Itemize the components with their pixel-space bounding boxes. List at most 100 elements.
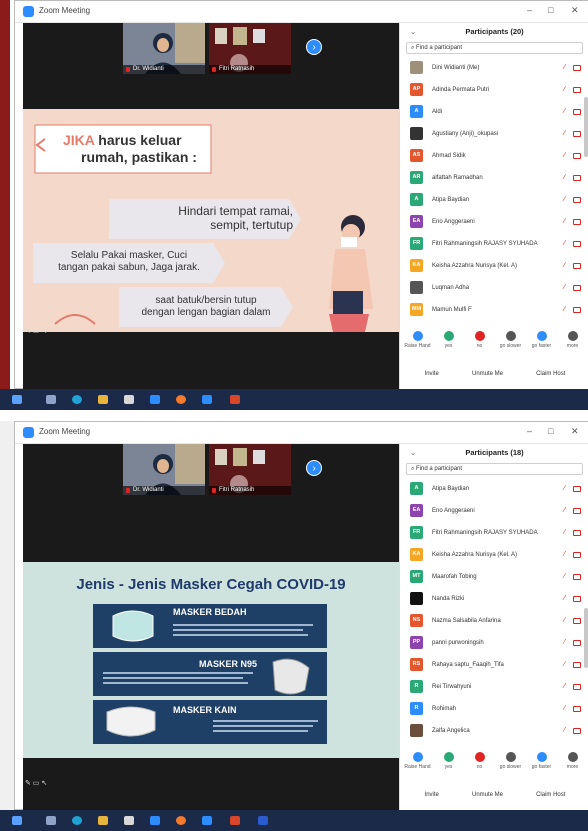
participant-row[interactable]: MT Maarofah Tobing ⁄	[400, 566, 588, 588]
participant-row[interactable]: R Rei Tirwahyuni ⁄	[400, 676, 588, 698]
participant-search-input[interactable]: ⌕ Find a participant	[406, 463, 583, 475]
participant-row[interactable]: AP Adinda Permata Putri ⁄	[400, 79, 588, 101]
mail-icon[interactable]	[150, 816, 160, 825]
video-off-icon	[573, 197, 581, 203]
invite-button[interactable]: Invite	[425, 365, 439, 383]
reaction-icon	[505, 331, 516, 341]
avatar	[410, 61, 423, 74]
participant-row[interactable]: A Atipa Baydian ⁄	[400, 478, 588, 500]
participant-row[interactable]: PP panni purwoningsih ⁄	[400, 632, 588, 654]
minimize-button[interactable]: –	[527, 5, 532, 15]
close-button[interactable]: ✕	[571, 426, 579, 437]
firefox-icon[interactable]	[176, 816, 186, 825]
reaction-button[interactable]: no	[466, 749, 494, 775]
participant-row[interactable]: FR Fitri Rahmaningsih RAJASY SYUHADA ⁄	[400, 522, 588, 544]
powerpoint-icon[interactable]	[230, 395, 240, 404]
edge-icon[interactable]	[72, 816, 82, 825]
unmute-me-button[interactable]: Unmute Me	[472, 786, 503, 804]
file-explorer-icon[interactable]	[98, 816, 108, 825]
participant-row[interactable]: AR alfattah Ramadhan ⁄	[400, 167, 588, 189]
task-view-icon[interactable]	[46, 816, 56, 825]
reaction-icon	[412, 331, 423, 341]
annotation-tools[interactable]: ✎ ▭ ↖	[25, 327, 47, 335]
reactions-bar: Raise Hand yes no go slower go faster more	[400, 328, 588, 354]
participant-row[interactable]: Nanda Rizki ⁄	[400, 588, 588, 610]
start-icon[interactable]	[12, 395, 22, 404]
reaction-button[interactable]: no	[466, 328, 494, 354]
participant-row[interactable]: Luqman Adha ⁄	[400, 277, 588, 299]
windows-taskbar	[0, 810, 588, 831]
participant-row[interactable]: Dini Widianti (Me) ⁄	[400, 57, 588, 79]
annotation-tools[interactable]: ✎ ▭ ↖	[25, 779, 47, 787]
video-thumbnail-1[interactable]: Dr. Widianti	[123, 444, 205, 495]
task-view-icon[interactable]	[46, 395, 56, 404]
participant-row[interactable]: R Rohimah ⁄	[400, 698, 588, 720]
word-icon[interactable]	[258, 816, 268, 825]
zoom-taskbar-icon[interactable]	[202, 395, 212, 404]
video-off-icon	[573, 728, 581, 734]
participant-name: Nazma Salsabila Anfarina	[432, 618, 501, 624]
unmute-me-button[interactable]: Unmute Me	[472, 365, 503, 383]
reaction-button[interactable]: go slower	[497, 328, 525, 354]
avatar: MT	[410, 570, 423, 583]
file-explorer-icon[interactable]	[98, 395, 108, 404]
avatar: FR	[410, 237, 423, 250]
close-button[interactable]: ✕	[571, 5, 579, 16]
zoom-window: Zoom Meeting – □ ✕ Dr. Widianti Fitri Ra…	[14, 421, 588, 811]
video-thumbnail-1[interactable]: Dr. Widianti	[123, 23, 205, 74]
reaction-button[interactable]: yes	[435, 749, 463, 775]
participant-row[interactable]: Zalfa Angelica ⁄	[400, 720, 588, 742]
reaction-label: no	[476, 764, 483, 770]
reaction-button[interactable]: go faster	[528, 749, 556, 775]
next-video-page-button[interactable]: ›	[306, 39, 322, 55]
participant-actions: Invite Unmute Me Claim Host	[400, 365, 588, 383]
reaction-button[interactable]: go slower	[497, 749, 525, 775]
reaction-label: Raise Hand	[404, 764, 431, 770]
reaction-button[interactable]: more	[559, 328, 587, 354]
participant-row[interactable]: RS Rahaya saptu_Faaqih_Tifa ⁄	[400, 654, 588, 676]
participant-row[interactable]: NS Nazma Salsabila Anfarina ⁄	[400, 610, 588, 632]
participant-row[interactable]: EA Eno Anggeraeni ⁄	[400, 500, 588, 522]
reaction-button[interactable]: Raise Hand	[404, 328, 432, 354]
reaction-button[interactable]: yes	[435, 328, 463, 354]
participant-row[interactable]: EA Eno Anggeraeni ⁄	[400, 211, 588, 233]
reaction-button[interactable]: go faster	[528, 328, 556, 354]
video-off-icon	[573, 65, 581, 71]
avatar: AP	[410, 83, 423, 96]
participant-name: Fitri Rahmaningsih RAJASY SYUHADA	[432, 530, 538, 536]
participant-row[interactable]: MM Mamun Mulfi F ⁄	[400, 299, 588, 321]
chevron-down-icon[interactable]: ⌄	[410, 444, 416, 462]
participant-search-input[interactable]: ⌕ Find a participant	[406, 42, 583, 54]
mail-icon[interactable]	[150, 395, 160, 404]
participant-name: Maarofah Tobing	[432, 574, 477, 580]
claim-host-button[interactable]: Claim Host	[536, 786, 565, 804]
participant-row[interactable]: A Atipa Baydian ⁄	[400, 189, 588, 211]
minimize-button[interactable]: –	[527, 426, 532, 436]
reaction-button[interactable]: more	[559, 749, 587, 775]
firefox-icon[interactable]	[176, 395, 186, 404]
participant-row[interactable]: FR Fitri Rahmaningsih RAJASY SYUHADA ⁄	[400, 233, 588, 255]
muted-mic-icon	[126, 488, 130, 493]
participant-row[interactable]: KA Keisha Azzahra Nurisya (Kel. A) ⁄	[400, 544, 588, 566]
store-icon[interactable]	[124, 816, 134, 825]
powerpoint-icon[interactable]	[230, 816, 240, 825]
participant-row[interactable]: KA Keisha Azzahra Nurisya (Kel. A) ⁄	[400, 255, 588, 277]
video-thumbnail-2[interactable]: Fitri Ratnasih	[209, 23, 291, 74]
maximize-button[interactable]: □	[548, 426, 553, 436]
video-off-icon	[573, 618, 581, 624]
reaction-button[interactable]: Raise Hand	[404, 749, 432, 775]
zoom-taskbar-icon[interactable]	[202, 816, 212, 825]
participant-row[interactable]: A Aldi ⁄	[400, 101, 588, 123]
next-video-page-button[interactable]: ›	[306, 460, 322, 476]
reaction-label: yes	[444, 764, 453, 770]
invite-button[interactable]: Invite	[425, 786, 439, 804]
participant-row[interactable]: AS Ahmad Sidik ⁄	[400, 145, 588, 167]
chevron-down-icon[interactable]: ⌄	[410, 23, 416, 41]
edge-icon[interactable]	[72, 395, 82, 404]
claim-host-button[interactable]: Claim Host	[536, 365, 565, 383]
maximize-button[interactable]: □	[548, 5, 553, 15]
store-icon[interactable]	[124, 395, 134, 404]
participant-row[interactable]: Agustiany (Anji)_okupasi ⁄	[400, 123, 588, 145]
video-thumbnail-2[interactable]: Fitri Ratnasih	[209, 444, 291, 495]
start-icon[interactable]	[12, 816, 22, 825]
